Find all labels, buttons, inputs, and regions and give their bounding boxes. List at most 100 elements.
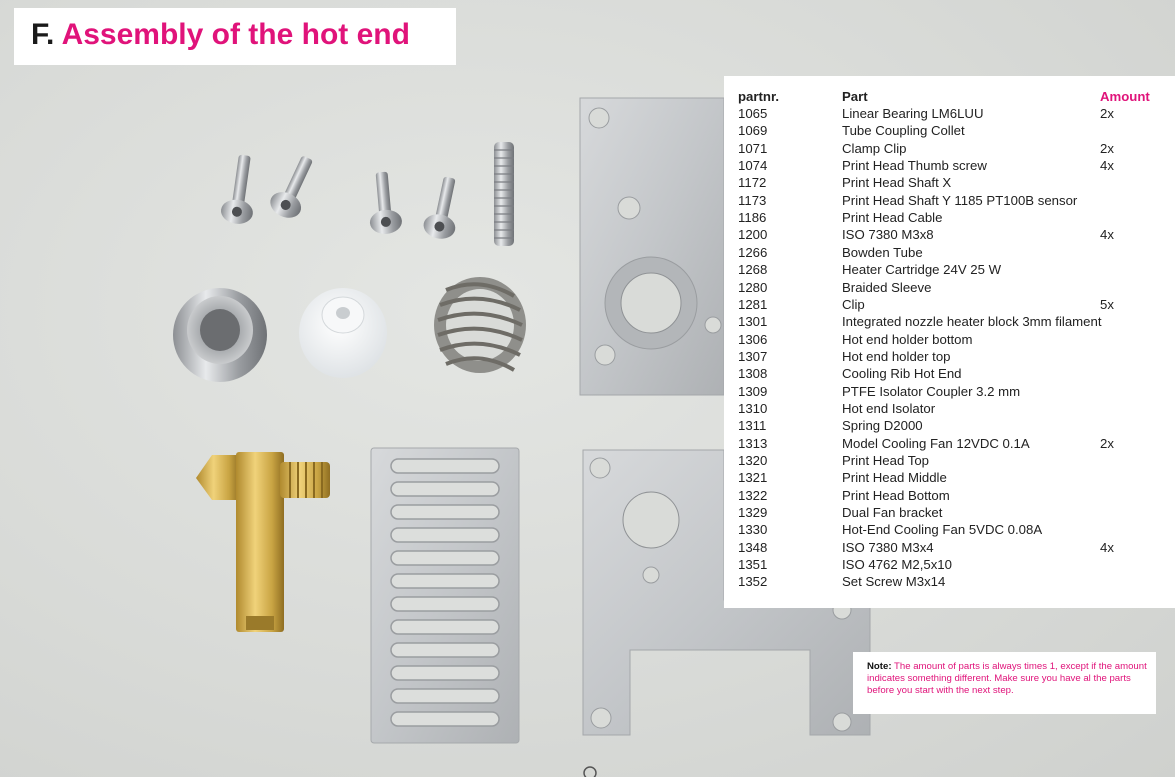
screw-1	[221, 154, 253, 224]
part-name: Tube Coupling Collet	[842, 123, 965, 139]
table-row: 1306 Hot end holder bottom	[738, 331, 1168, 348]
table-row: 1065 Linear Bearing LM6LUU 2x	[738, 105, 1168, 122]
part-amount: 2x	[1100, 106, 1114, 121]
part-name: Print Head Thumb screw	[842, 158, 987, 174]
part-name: Hot end Isolator	[842, 400, 936, 416]
table-row: 1308 Cooling Rib Hot End	[738, 365, 1168, 382]
table-row: 1320 Print Head Top	[738, 452, 1168, 469]
part-name: Spring D2000	[842, 418, 923, 434]
part-number: 1329	[738, 505, 768, 521]
part-number: 1352	[738, 574, 768, 590]
part-name: Print Head Shaft Y 1185 PT100B sensor	[842, 192, 1078, 208]
part-number: 1308	[738, 366, 768, 382]
title-box: F. Assembly of the hot end	[14, 8, 456, 65]
table-row: 1351 ISO 4762 M2,5x10	[738, 556, 1168, 573]
table-row: 1322 Print Head Bottom	[738, 487, 1168, 504]
part-name: ISO 7380 M3x4	[842, 539, 934, 555]
part-name: Hot end holder bottom	[842, 331, 973, 347]
screw-3	[369, 171, 402, 234]
part-name: Cooling Rib Hot End	[842, 366, 962, 382]
table-row: 1301 Integrated nozzle heater block 3mm f…	[738, 313, 1168, 330]
part-number: 1348	[738, 539, 768, 555]
part-number: 1069	[738, 123, 768, 139]
table-row: 1069 Tube Coupling Collet	[738, 122, 1168, 139]
table-row: 1329 Dual Fan bracket	[738, 504, 1168, 521]
parts-table: partnr. Part Amount 1065 Linear Bearing L…	[724, 76, 1175, 608]
part-name: Print Head Cable	[842, 210, 943, 226]
table-row: 1172 Print Head Shaft X	[738, 174, 1168, 191]
part-number: 1311	[738, 418, 767, 434]
note-box: Note: The amount of parts is always time…	[853, 652, 1156, 714]
set-screw	[494, 142, 514, 246]
part-name: Hot end holder top	[842, 348, 951, 364]
title-text: Assembly of the hot end	[61, 18, 410, 51]
part-name: Print Head Middle	[842, 470, 947, 486]
part-amount: 2x	[1100, 435, 1114, 451]
part-amount: 5x	[1100, 296, 1114, 312]
table-row: 1352 Set Screw M3x14	[738, 573, 1168, 590]
note-body: The amount of parts is always times 1, e…	[867, 661, 1147, 696]
table-row: 1330 Hot-End Cooling Fan 5VDC 0.08A	[738, 521, 1168, 538]
cooling-rib	[370, 447, 520, 744]
note-text: Note: The amount of parts is always time…	[867, 661, 1153, 697]
table-row: 1348 ISO 7380 M3x4 4x	[738, 539, 1168, 556]
part-amount: 4x	[1100, 539, 1114, 555]
part-name: ISO 7380 M3x8	[842, 227, 934, 243]
part-name: Clamp Clip	[842, 140, 907, 156]
part-name: ISO 4762 M2,5x10	[842, 557, 952, 573]
table-row: 1281 Clip 5x	[738, 296, 1168, 313]
part-name: Print Head Bottom	[842, 487, 950, 503]
part-name: Print Head Top	[842, 453, 929, 468]
part-number: 1301	[738, 314, 768, 330]
part-name: Braided Sleeve	[842, 279, 932, 295]
table-row: 1071 Clamp Clip 2x	[738, 140, 1168, 157]
table-row: 1307 Hot end holder top	[738, 348, 1168, 365]
part-number: 1071	[738, 140, 768, 156]
hot-end-holder-top	[579, 97, 725, 396]
part-number: 1310	[738, 400, 768, 416]
part-number: 1322	[738, 487, 768, 503]
table-row: 1313 Model Cooling Fan 12VDC 0.1A 2x	[738, 435, 1168, 452]
part-name: Hot-End Cooling Fan 5VDC 0.08A	[842, 522, 1043, 538]
footer-glyph	[583, 766, 597, 777]
part-name: Model Cooling Fan 12VDC 0.1A	[842, 435, 1030, 451]
part-number: 1173	[738, 192, 767, 208]
part-number: 1074	[738, 158, 768, 174]
page-title: F. Assembly of the hot end	[31, 18, 410, 52]
table-row: 1268 Heater Cartridge 24V 25 W	[738, 261, 1168, 278]
table-row: 1321 Print Head Middle	[738, 469, 1168, 486]
part-number: 1200	[738, 227, 768, 243]
part-number: 1351	[738, 557, 768, 573]
spring	[434, 277, 526, 373]
part-number: 1281	[738, 296, 768, 312]
screw-2	[270, 156, 313, 218]
table-row: 1186 Print Head Cable	[738, 209, 1168, 226]
table-row: 1310 Hot end Isolator	[738, 400, 1168, 417]
part-name: Clip	[842, 296, 865, 312]
ptfe-isolator	[299, 288, 387, 378]
part-number: 1065	[738, 106, 768, 121]
part-name: Heater Cartridge 24V 25 W	[842, 262, 1002, 278]
header-amount: Amount	[1100, 89, 1150, 104]
part-number: 1330	[738, 522, 768, 538]
note-label: Note:	[867, 661, 892, 672]
tube-coupler	[173, 288, 267, 382]
part-number: 1306	[738, 331, 768, 347]
table-row: 1266 Bowden Tube	[738, 244, 1168, 261]
part-number: 1186	[738, 210, 767, 226]
part-name: PTFE Isolator Coupler 3.2 mm	[842, 383, 1021, 399]
header-partnr: partnr.	[738, 89, 780, 104]
part-name: Dual Fan bracket	[842, 505, 943, 521]
part-number: 1268	[738, 262, 768, 278]
part-number: 1280	[738, 279, 768, 295]
part-number: 1172	[738, 175, 767, 191]
parts-table-header: partnr. Part Amount	[738, 88, 1168, 105]
part-name: Bowden Tube	[842, 244, 923, 260]
part-amount: 4x	[1100, 158, 1114, 174]
part-name: Print Head Shaft X	[842, 175, 952, 191]
part-amount: 2x	[1100, 140, 1114, 156]
table-row: 1173 Print Head Shaft Y 1185 PT100B senso…	[738, 192, 1168, 209]
part-number: 1313	[738, 435, 768, 451]
table-row: 1200 ISO 7380 M3x8 4x	[738, 226, 1168, 243]
header-part: Part	[842, 89, 868, 104]
